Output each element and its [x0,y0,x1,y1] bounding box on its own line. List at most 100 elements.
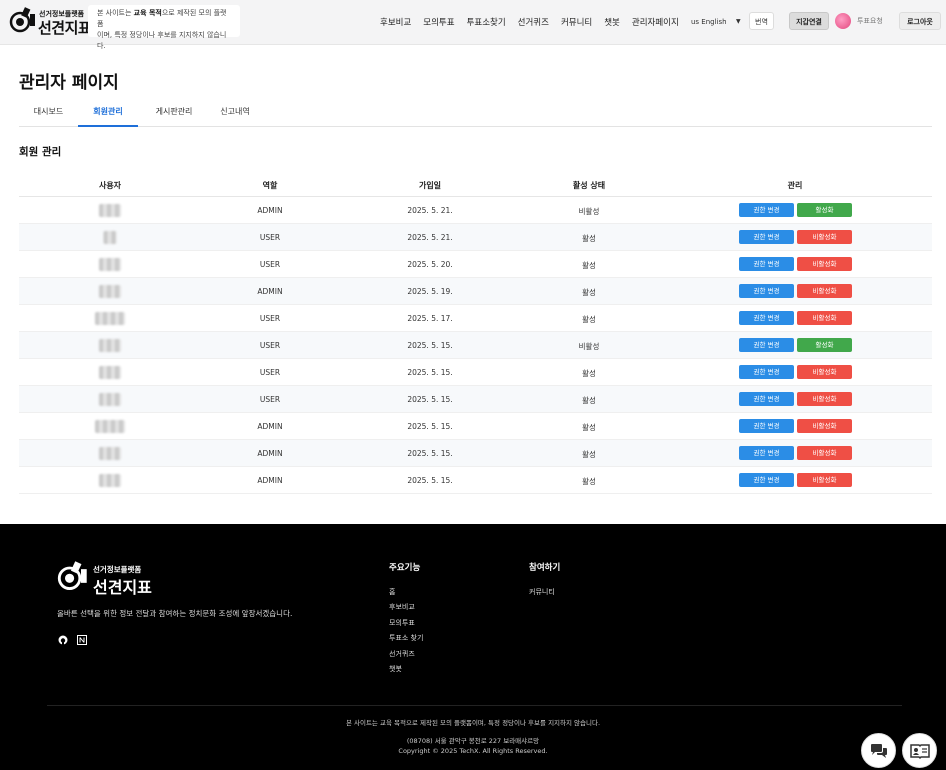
footer-link-candidate-compare[interactable]: 후보비교 [389,602,423,617]
redacted-username [99,393,121,406]
footer-link-chatbot[interactable]: 챗봇 [389,664,423,679]
table-row: ADMIN 2025. 5. 15. 활성 권한 변경 비활성화 [19,440,932,467]
footer-link-election-quiz[interactable]: 선거퀴즈 [389,649,423,664]
footer-column-participate: 참여하기 커뮤니티 [529,561,560,602]
nav-polling-station[interactable]: 투표소찾기 [467,16,506,28]
activate-button[interactable]: 활성화 [797,203,852,217]
redacted-username [95,312,125,325]
tab-reports[interactable]: 신고내역 [210,103,260,127]
table-row: USER 2025. 5. 15. 활성 권한 변경 비활성화 [19,359,932,386]
deactivate-button[interactable]: 비활성화 [797,365,852,379]
footer-link-home[interactable]: 홈 [389,587,423,602]
language-value: us English [691,18,727,26]
footer-tagline: 올바른 선택을 위한 정보 전달과 참여하는 정치문화 조성에 앞장서겠습니다. [57,609,293,618]
chat-floating-button[interactable] [861,733,896,768]
cell-joined-date: 2025. 5. 15. [407,476,453,485]
cell-role: ADMIN [257,287,283,296]
deactivate-button[interactable]: 비활성화 [797,392,852,406]
footer: 선거정보플랫폼 선견지표 올바른 선택을 위한 정보 전달과 참여하는 정치문화… [0,524,946,770]
role-change-button[interactable]: 권한 변경 [739,473,794,487]
table-body: ADMIN 2025. 5. 21. 비활성 권한 변경 활성화 USER 2025. 5.… [19,197,932,494]
site-logo[interactable]: 선거정보플랫폼 선견지표 [9,6,92,37]
nav-mock-vote[interactable]: 모의투표 [423,16,454,28]
notice-line-1: 본 사이트는 교육 목적으로 제작된 모의 플랫폼 [97,8,231,30]
deactivate-button[interactable]: 비활성화 [797,230,852,244]
footer-link-polling-station[interactable]: 투표소 찾기 [389,633,423,648]
vote-request-label: 투표요청 [857,17,883,25]
footer-link-mock-vote[interactable]: 모의투표 [389,618,423,633]
page-title: 관리자 페이지 [19,73,119,93]
role-change-button[interactable]: 권한 변경 [739,338,794,352]
table-row: USER 2025. 5. 15. 비활성 권한 변경 활성화 [19,332,932,359]
nav-community[interactable]: 커뮤니티 [561,16,592,28]
language-select[interactable]: us English ▼ [691,13,743,31]
nav-admin-page[interactable]: 관리자페이지 [632,16,679,28]
column-user: 사용자 [98,181,122,190]
row-actions: 권한 변경 비활성화 [739,230,852,244]
role-change-button[interactable]: 권한 변경 [739,257,794,271]
table-header: 사용자 역할 가입일 활성 상태 관리 [19,172,932,197]
main-nav: 후보비교 모의투표 투표소찾기 선거퀴즈 커뮤니티 챗봇 관리자페이지 [380,16,691,28]
deactivate-button[interactable]: 비활성화 [797,446,852,460]
translate-button[interactable]: 번역 [749,12,774,30]
cell-status: 활성 [582,423,596,432]
cell-role: USER [259,233,281,242]
deactivate-button[interactable]: 비활성화 [797,473,852,487]
nav-election-quiz[interactable]: 선거퀴즈 [518,16,549,28]
cell-status: 활성 [582,450,596,459]
nav-candidate-compare[interactable]: 후보비교 [380,16,411,28]
row-actions: 권한 변경 비활성화 [739,419,852,433]
notice-line-2: 이며, 특정 정당이나 후보를 지지하지 않습니다. [97,31,227,50]
tab-members[interactable]: 회원관리 [78,103,138,127]
role-change-button[interactable]: 권한 변경 [739,284,794,298]
cell-joined-date: 2025. 5. 15. [407,395,453,404]
cell-role: USER [259,341,281,350]
logo-eye-icon [9,7,35,33]
tab-dashboard[interactable]: 대시보드 [19,103,78,127]
table-row: USER 2025. 5. 20. 활성 권한 변경 비활성화 [19,251,932,278]
role-change-button[interactable]: 권한 변경 [739,203,794,217]
section-title: 회원 관리 [19,146,62,158]
notion-icon[interactable] [77,630,87,645]
cell-status: 활성 [582,261,596,270]
tab-board-management[interactable]: 게시판관리 [138,103,210,127]
cell-status: 활성 [582,477,596,486]
logout-button[interactable]: 로그아웃 [899,12,941,30]
cell-joined-date: 2025. 5. 20. [407,260,453,269]
guide-floating-button[interactable] [902,733,937,768]
cell-status: 비활성 [578,342,600,351]
deactivate-button[interactable]: 비활성화 [797,284,852,298]
notice-prefix: 본 사이트는 [97,9,134,17]
notice-emphasis: 교육 목적 [133,9,162,17]
role-change-button[interactable]: 권한 변경 [739,365,794,379]
activate-button[interactable]: 활성화 [797,338,852,352]
deactivate-button[interactable]: 비활성화 [797,419,852,433]
cell-status: 활성 [582,234,596,243]
cell-role: USER [259,395,281,404]
deactivate-button[interactable]: 비활성화 [797,257,852,271]
github-icon[interactable] [58,630,68,645]
cell-status: 비활성 [578,207,600,216]
role-change-button[interactable]: 권한 변경 [739,392,794,406]
column-manage: 관리 [787,181,803,190]
cell-role: USER [259,368,281,377]
role-change-button[interactable]: 권한 변경 [739,311,794,325]
cell-status: 활성 [582,315,596,324]
footer-logo[interactable]: 선거정보플랫폼 선견지표 [57,560,157,597]
cell-status: 활성 [582,369,596,378]
column-joined: 가입일 [418,181,442,190]
footer-column-features: 주요기능 홈 후보비교 모의투표 투표소 찾기 선거퀴즈 챗봇 [389,561,423,679]
role-change-button[interactable]: 권한 변경 [739,446,794,460]
row-actions: 권한 변경 비활성화 [739,473,852,487]
vote-request-button[interactable]: 투표요청 [835,12,883,30]
role-change-button[interactable]: 권한 변경 [739,230,794,244]
footer-column-title: 참여하기 [529,563,561,573]
footer-link-community[interactable]: 커뮤니티 [529,587,560,602]
wallet-connect-button[interactable]: 지갑연결 [789,12,829,30]
role-change-button[interactable]: 권한 변경 [739,419,794,433]
cell-status: 활성 [582,288,596,297]
nav-chatbot[interactable]: 챗봇 [604,16,620,28]
redacted-username [99,474,121,487]
top-navigation-bar: 선거정보플랫폼 선견지표 본 사이트는 교육 목적으로 제작된 모의 플랫폼 이… [0,0,946,50]
deactivate-button[interactable]: 비활성화 [797,311,852,325]
